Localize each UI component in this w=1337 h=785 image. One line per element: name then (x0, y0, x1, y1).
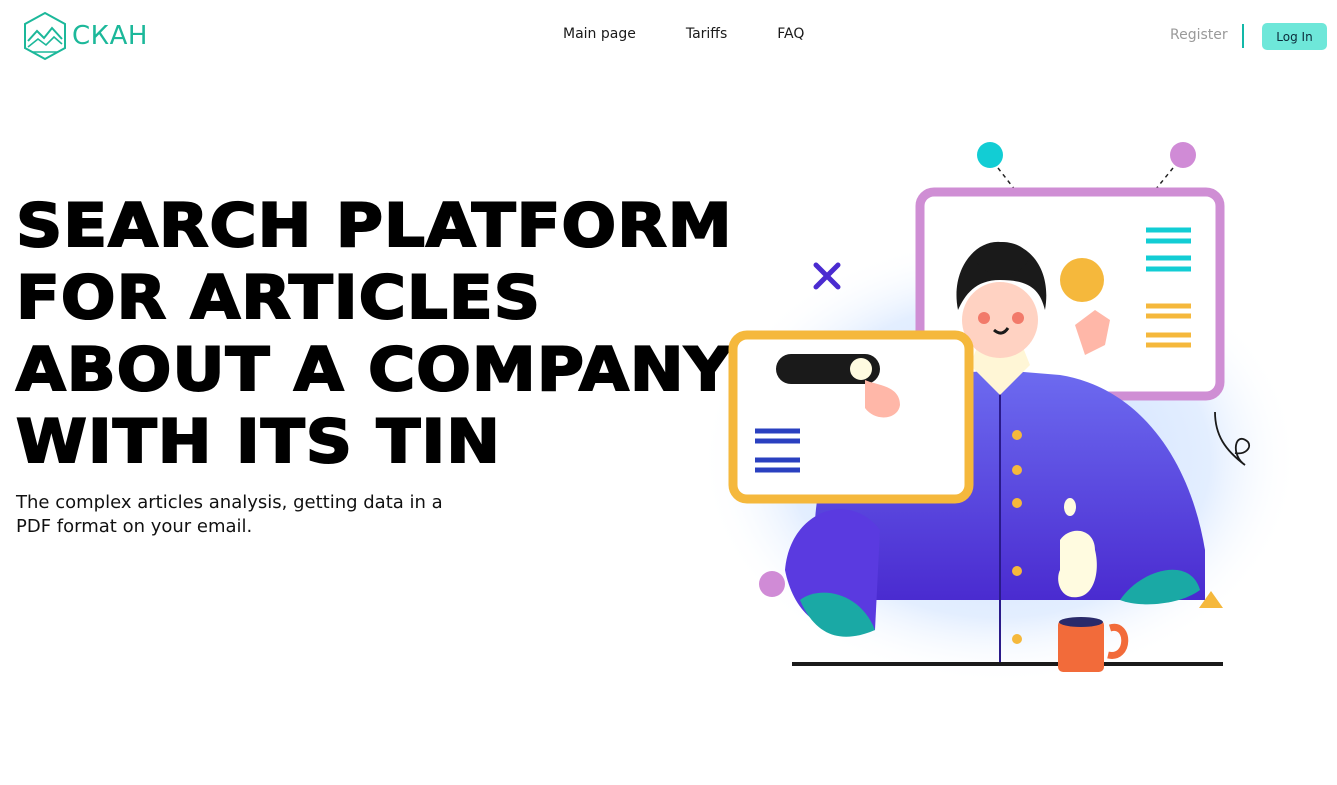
nav-main-page[interactable]: Main page (563, 26, 636, 42)
hero-title-line: SEARCH PLATFORM (15, 190, 733, 262)
hero-subtitle: The complex articles analysis, getting d… (16, 492, 443, 537)
logo-text: СКАН (72, 21, 148, 51)
hero-title: SEARCH PLATFORM FOR ARTICLES ABOUT A COM… (15, 190, 765, 478)
register-link[interactable]: Register (1170, 27, 1228, 43)
nav-tariffs[interactable]: Tariffs (686, 26, 727, 42)
auth-divider (1242, 24, 1244, 48)
logo[interactable]: СКАН (22, 11, 148, 61)
hero-title-line: WITH ITS TIN (15, 406, 502, 478)
hero-title-line: ABOUT A COMPANY (15, 334, 733, 406)
teal-dot (977, 142, 1003, 168)
yellow-dot (1060, 258, 1104, 302)
hero-illustration (700, 142, 1300, 685)
hero-title-line: FOR ARTICLES (15, 262, 542, 334)
hexagon-mountains-icon (24, 11, 66, 61)
pink-dot (759, 571, 785, 597)
site-header: СКАН Main page Tariffs FAQ Register Log … (0, 0, 1337, 72)
main-nav: Main page Tariffs FAQ (563, 26, 804, 42)
login-button[interactable]: Log In (1262, 23, 1327, 50)
pink-dot (1170, 142, 1196, 168)
nav-faq[interactable]: FAQ (777, 26, 804, 42)
